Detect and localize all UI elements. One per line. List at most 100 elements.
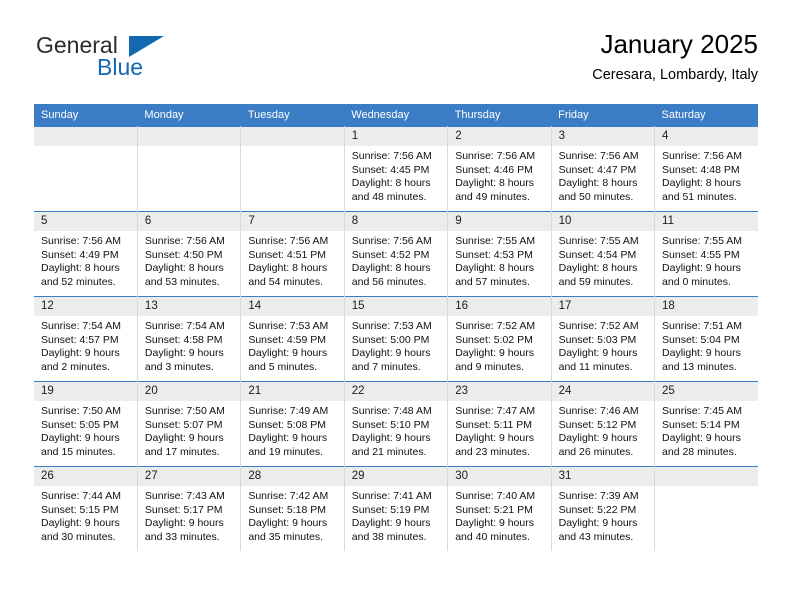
- brand-logo[interactable]: General Blue: [34, 32, 234, 90]
- day-details: Sunrise: 7:43 AM Sunset: 5:17 PM Daylight:…: [138, 486, 240, 544]
- sunset-text: Sunset: 5:05 PM: [41, 418, 119, 431]
- calendar-day-cell[interactable]: 11 Sunrise: 7:55 AM Sunset: 4:55 PM Dayligh…: [654, 211, 758, 297]
- day-details: Sunrise: 7:55 AM Sunset: 4:55 PM Daylight:…: [655, 231, 758, 289]
- calendar-day-cell[interactable]: 24 Sunrise: 7:46 AM Sunset: 5:12 PM Dayligh…: [550, 381, 656, 467]
- day-number: [655, 467, 758, 486]
- day-number: 6: [137, 212, 241, 231]
- daylight-text-cont: and 28 minutes.: [662, 445, 737, 458]
- brand-name-blue: Blue: [97, 54, 144, 80]
- day-details: Sunrise: 7:52 AM Sunset: 5:03 PM Daylight:…: [552, 316, 654, 374]
- daylight-text: Daylight: 9 hours: [144, 517, 224, 530]
- sunrise-text: Sunrise: 7:52 AM: [455, 320, 536, 332]
- calendar-day-cell[interactable]: 16 Sunrise: 7:52 AM Sunset: 5:02 PM Dayligh…: [447, 296, 552, 382]
- daylight-text: Daylight: 9 hours: [248, 432, 328, 445]
- daylight-text-cont: and 56 minutes.: [351, 275, 427, 288]
- calendar-day-cell[interactable]: 21 Sunrise: 7:49 AM Sunset: 5:08 PM Dayligh…: [240, 381, 345, 467]
- calendar-day-cell[interactable]: 18 Sunrise: 7:51 AM Sunset: 5:04 PM Dayligh…: [654, 296, 758, 382]
- daylight-text-cont: and 48 minutes.: [351, 190, 427, 203]
- daylight-text: Daylight: 9 hours: [351, 517, 431, 530]
- calendar-day-cell[interactable]: 28 Sunrise: 7:42 AM Sunset: 5:18 PM Dayligh…: [240, 466, 345, 551]
- day-number: 31: [551, 467, 655, 486]
- day-details: Sunrise: 7:54 AM Sunset: 4:58 PM Daylight:…: [138, 316, 240, 374]
- sunset-text: Sunset: 5:07 PM: [144, 418, 223, 431]
- calendar-day-cell[interactable]: 17 Sunrise: 7:52 AM Sunset: 5:03 PM Dayligh…: [550, 296, 656, 382]
- daylight-text-cont: and 7 minutes.: [351, 360, 421, 373]
- calendar-day-cell[interactable]: 4 Sunrise: 7:56 AM Sunset: 4:48 PM Daylight…: [654, 126, 758, 212]
- daylight-text-cont: and 15 minutes.: [41, 445, 116, 458]
- daylight-text: Daylight: 9 hours: [662, 432, 741, 445]
- calendar-day-cell[interactable]: 5 Sunrise: 7:56 AM Sunset: 4:49 PM Daylight…: [34, 211, 138, 297]
- day-number: 1: [344, 127, 448, 146]
- day-details: Sunrise: 7:46 AM Sunset: 5:12 PM Daylight:…: [552, 401, 654, 459]
- day-number: 4: [655, 127, 758, 146]
- day-number: 15: [344, 297, 448, 316]
- day-details: Sunrise: 7:56 AM Sunset: 4:46 PM Daylight:…: [448, 146, 550, 204]
- calendar-day-cell[interactable]: 31 Sunrise: 7:39 AM Sunset: 5:22 PM Dayligh…: [550, 466, 656, 551]
- calendar-day-cell[interactable]: 12 Sunrise: 7:54 AM Sunset: 4:57 PM Dayligh…: [34, 296, 138, 382]
- calendar-day-cell[interactable]: 22 Sunrise: 7:48 AM Sunset: 5:10 PM Dayligh…: [343, 381, 449, 467]
- calendar-day-cell[interactable]: 15 Sunrise: 7:53 AM Sunset: 5:00 PM Dayligh…: [343, 296, 449, 382]
- daylight-text: Daylight: 9 hours: [558, 517, 638, 530]
- sunrise-text: Sunrise: 7:53 AM: [248, 320, 329, 332]
- day-details: Sunrise: 7:56 AM Sunset: 4:52 PM Daylight:…: [345, 231, 447, 289]
- day-number: 3: [551, 127, 655, 146]
- calendar-day-cell[interactable]: 14 Sunrise: 7:53 AM Sunset: 4:59 PM Dayligh…: [240, 296, 345, 382]
- sunrise-text: Sunrise: 7:55 AM: [558, 235, 639, 247]
- day-number: 30: [448, 467, 551, 486]
- day-number: 8: [344, 212, 448, 231]
- sunset-text: Sunset: 4:57 PM: [41, 333, 119, 346]
- daylight-text-cont: and 59 minutes.: [558, 275, 634, 288]
- calendar-day-cell[interactable]: 25 Sunrise: 7:45 AM Sunset: 5:14 PM Dayligh…: [654, 381, 758, 467]
- daylight-text-cont: and 19 minutes.: [248, 445, 324, 458]
- daylight-text-cont: and 2 minutes.: [41, 360, 110, 373]
- sunset-text: Sunset: 4:51 PM: [248, 248, 326, 261]
- day-number: 13: [137, 297, 241, 316]
- day-number: 2: [448, 127, 551, 146]
- daylight-text: Daylight: 9 hours: [41, 517, 120, 530]
- day-number: 21: [241, 382, 344, 401]
- calendar-day-cell[interactable]: 29 Sunrise: 7:41 AM Sunset: 5:19 PM Dayligh…: [343, 466, 449, 551]
- calendar-day-cell[interactable]: 27 Sunrise: 7:43 AM Sunset: 5:17 PM Dayligh…: [136, 466, 242, 551]
- daylight-text: Daylight: 9 hours: [455, 347, 534, 360]
- daylight-text-cont: and 52 minutes.: [41, 275, 116, 288]
- calendar-day-cell[interactable]: 3 Sunrise: 7:56 AM Sunset: 4:47 PM Daylight…: [550, 126, 656, 212]
- calendar-day-cell[interactable]: 1 Sunrise: 7:56 AM Sunset: 4:45 PM Daylight…: [343, 126, 449, 212]
- daylight-text: Daylight: 8 hours: [662, 177, 741, 190]
- calendar-day-cell[interactable]: 10 Sunrise: 7:55 AM Sunset: 4:54 PM Dayligh…: [550, 211, 656, 297]
- calendar-body: 1 Sunrise: 7:56 AM Sunset: 4:45 PM Daylight…: [34, 126, 758, 551]
- calendar-day-cell[interactable]: 8 Sunrise: 7:56 AM Sunset: 4:52 PM Daylight…: [343, 211, 449, 297]
- calendar-day-cell-empty: [240, 126, 345, 212]
- sunrise-text: Sunrise: 7:44 AM: [41, 490, 121, 502]
- day-details: Sunrise: 7:56 AM Sunset: 4:45 PM Daylight:…: [345, 146, 447, 204]
- calendar-table: Sunday Monday Tuesday Wednesday Thursday…: [34, 104, 758, 551]
- sunrise-text: Sunrise: 7:40 AM: [455, 490, 536, 502]
- daylight-text: Daylight: 9 hours: [455, 517, 534, 530]
- sunset-text: Sunset: 5:10 PM: [351, 418, 430, 431]
- calendar-day-cell[interactable]: 9 Sunrise: 7:55 AM Sunset: 4:53 PM Daylight…: [447, 211, 552, 297]
- calendar-head: Sunday Monday Tuesday Wednesday Thursday…: [34, 104, 758, 127]
- calendar-day-cell[interactable]: 13 Sunrise: 7:54 AM Sunset: 4:58 PM Dayligh…: [136, 296, 242, 382]
- sunset-text: Sunset: 5:19 PM: [351, 503, 430, 516]
- calendar-day-cell[interactable]: 30 Sunrise: 7:40 AM Sunset: 5:21 PM Dayligh…: [447, 466, 552, 551]
- calendar-day-cell-empty: [136, 126, 242, 212]
- calendar-day-cell[interactable]: 6 Sunrise: 7:56 AM Sunset: 4:50 PM Daylight…: [136, 211, 242, 297]
- daylight-text: Daylight: 9 hours: [144, 432, 224, 445]
- daylight-text: Daylight: 8 hours: [455, 262, 534, 275]
- daylight-text-cont: and 49 minutes.: [455, 190, 530, 203]
- calendar-day-cell[interactable]: 2 Sunrise: 7:56 AM Sunset: 4:46 PM Daylight…: [447, 126, 552, 212]
- sunrise-text: Sunrise: 7:56 AM: [41, 235, 121, 247]
- weekday-header-sunday: Sunday: [34, 104, 138, 127]
- calendar-day-cell[interactable]: 19 Sunrise: 7:50 AM Sunset: 5:05 PM Dayligh…: [34, 381, 138, 467]
- weekday-header-thursday: Thursday: [447, 104, 552, 127]
- calendar-day-cell[interactable]: 20 Sunrise: 7:50 AM Sunset: 5:07 PM Dayligh…: [136, 381, 242, 467]
- calendar-week-row: 12 Sunrise: 7:54 AM Sunset: 4:57 PM Dayligh…: [34, 296, 758, 382]
- calendar-day-cell[interactable]: 7 Sunrise: 7:56 AM Sunset: 4:51 PM Daylight…: [240, 211, 345, 297]
- day-number: 7: [241, 212, 344, 231]
- calendar-day-cell[interactable]: 23 Sunrise: 7:47 AM Sunset: 5:11 PM Dayligh…: [447, 381, 552, 467]
- daylight-text-cont: and 17 minutes.: [144, 445, 220, 458]
- calendar-day-cell[interactable]: 26 Sunrise: 7:44 AM Sunset: 5:15 PM Dayligh…: [34, 466, 138, 551]
- sunrise-text: Sunrise: 7:41 AM: [351, 490, 432, 502]
- sunset-text: Sunset: 5:17 PM: [144, 503, 223, 516]
- daylight-text: Daylight: 8 hours: [144, 262, 224, 275]
- daylight-text: Daylight: 9 hours: [558, 347, 638, 360]
